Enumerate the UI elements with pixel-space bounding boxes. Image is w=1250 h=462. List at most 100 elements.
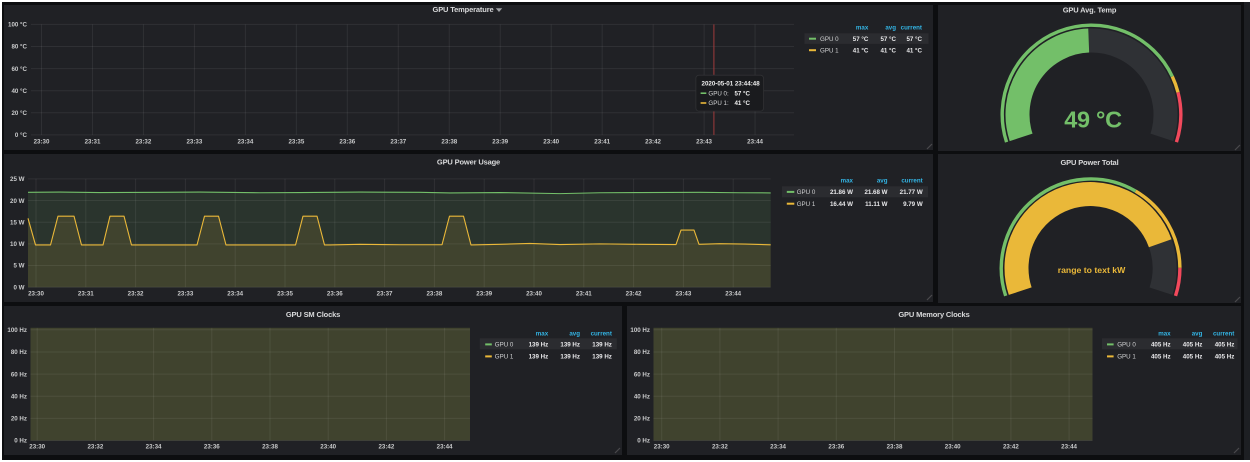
svg-text:0 W: 0 W — [13, 284, 24, 291]
svg-text:41 °C: 41 °C — [880, 47, 896, 54]
svg-text:23:36: 23:36 — [204, 444, 220, 451]
svg-text:2020-05-01 23:44:48: 2020-05-01 23:44:48 — [702, 81, 761, 88]
svg-text:20 W: 20 W — [10, 198, 25, 205]
svg-text:23:30: 23:30 — [28, 291, 44, 298]
svg-text:GPU 1:: GPU 1: — [708, 100, 729, 107]
svg-text:max: max — [856, 25, 869, 32]
svg-text:23:35: 23:35 — [288, 139, 304, 146]
svg-text:23:40: 23:40 — [526, 291, 542, 298]
svg-text:23:35: 23:35 — [277, 291, 293, 298]
svg-text:21.68 W: 21.68 W — [864, 189, 887, 196]
svg-text:21.77 W: 21.77 W — [900, 189, 923, 196]
svg-text:23:36: 23:36 — [339, 139, 355, 146]
svg-text:23:36: 23:36 — [327, 291, 343, 298]
svg-text:23:41: 23:41 — [576, 291, 592, 298]
svg-text:49 °C: 49 °C — [1064, 107, 1122, 133]
svg-text:139 Hz: 139 Hz — [560, 354, 580, 361]
svg-text:23:42: 23:42 — [378, 444, 394, 451]
svg-text:405 Hz: 405 Hz — [1183, 342, 1203, 349]
svg-text:23:38: 23:38 — [887, 444, 903, 451]
svg-text:GPU 1: GPU 1 — [1117, 354, 1136, 361]
svg-text:405 Hz: 405 Hz — [1215, 354, 1235, 361]
svg-text:23:38: 23:38 — [262, 444, 278, 451]
svg-text:60 Hz: 60 Hz — [634, 371, 650, 378]
svg-text:23:38: 23:38 — [426, 291, 442, 298]
svg-text:139 Hz: 139 Hz — [592, 354, 612, 361]
svg-text:405 Hz: 405 Hz — [1151, 354, 1171, 361]
svg-text:GPU Power Total: GPU Power Total — [1060, 158, 1118, 167]
svg-text:23:34: 23:34 — [237, 139, 253, 146]
svg-text:23:39: 23:39 — [492, 139, 508, 146]
svg-text:0 Hz: 0 Hz — [637, 438, 650, 445]
svg-text:20 Hz: 20 Hz — [11, 416, 27, 423]
svg-text:23:40: 23:40 — [945, 444, 961, 451]
svg-text:41 °C: 41 °C — [734, 100, 750, 107]
svg-text:GPU Memory Clocks: GPU Memory Clocks — [898, 310, 969, 319]
svg-text:40 Hz: 40 Hz — [11, 393, 27, 400]
svg-text:23:33: 23:33 — [186, 139, 202, 146]
svg-text:139 Hz: 139 Hz — [560, 342, 580, 349]
svg-text:current: current — [901, 178, 922, 185]
svg-text:23:44: 23:44 — [437, 444, 453, 451]
svg-text:23:30: 23:30 — [34, 139, 50, 146]
svg-text:23:40: 23:40 — [543, 139, 559, 146]
svg-text:25 W: 25 W — [10, 176, 25, 183]
svg-text:23:44: 23:44 — [747, 139, 763, 146]
svg-text:23:44: 23:44 — [1061, 444, 1077, 451]
svg-text:max: max — [536, 330, 549, 337]
svg-text:avg: avg — [877, 178, 888, 185]
svg-text:GPU Temperature: GPU Temperature — [433, 5, 494, 14]
svg-text:23:41: 23:41 — [594, 139, 610, 146]
svg-text:GPU 1: GPU 1 — [820, 47, 839, 54]
svg-text:10 W: 10 W — [10, 241, 25, 248]
svg-text:current: current — [1213, 330, 1234, 337]
svg-text:current: current — [591, 330, 612, 337]
svg-text:100 Hz: 100 Hz — [7, 327, 27, 334]
svg-text:16.44 W: 16.44 W — [830, 201, 853, 208]
svg-text:23:42: 23:42 — [626, 291, 642, 298]
svg-text:GPU 0: GPU 0 — [797, 189, 816, 196]
svg-text:57 °C: 57 °C — [906, 36, 922, 43]
svg-text:23:34: 23:34 — [146, 444, 162, 451]
svg-text:23:44: 23:44 — [725, 291, 741, 298]
svg-text:20 °C: 20 °C — [11, 110, 27, 117]
svg-text:405 Hz: 405 Hz — [1151, 342, 1171, 349]
svg-text:max: max — [841, 178, 854, 185]
svg-text:60 Hz: 60 Hz — [11, 371, 27, 378]
svg-text:23:40: 23:40 — [320, 444, 336, 451]
svg-text:range to text kW: range to text kW — [1058, 265, 1126, 275]
svg-text:41 °C: 41 °C — [853, 47, 869, 54]
svg-text:GPU 0: GPU 0 — [820, 36, 839, 43]
svg-text:avg: avg — [569, 330, 580, 337]
svg-text:80 °C: 80 °C — [11, 44, 27, 51]
svg-text:405 Hz: 405 Hz — [1215, 342, 1235, 349]
svg-text:405 Hz: 405 Hz — [1183, 354, 1203, 361]
svg-text:23:37: 23:37 — [390, 139, 406, 146]
svg-text:80 Hz: 80 Hz — [634, 349, 650, 356]
svg-text:100 Hz: 100 Hz — [630, 327, 650, 334]
svg-text:0 Hz: 0 Hz — [14, 438, 27, 445]
svg-text:23:42: 23:42 — [645, 139, 661, 146]
svg-text:9.79 W: 9.79 W — [903, 201, 923, 208]
svg-text:GPU SM Clocks: GPU SM Clocks — [286, 310, 340, 319]
svg-text:23:32: 23:32 — [128, 291, 144, 298]
svg-text:23:34: 23:34 — [770, 444, 786, 451]
svg-text:21.86 W: 21.86 W — [830, 189, 853, 196]
svg-text:23:32: 23:32 — [135, 139, 151, 146]
svg-text:23:32: 23:32 — [712, 444, 728, 451]
svg-text:avg: avg — [885, 25, 896, 32]
svg-text:23:31: 23:31 — [78, 291, 94, 298]
svg-text:139 Hz: 139 Hz — [529, 354, 549, 361]
svg-text:41 °C: 41 °C — [906, 47, 922, 54]
svg-text:60 °C: 60 °C — [11, 66, 27, 73]
svg-text:23:42: 23:42 — [1003, 444, 1019, 451]
svg-text:23:38: 23:38 — [441, 139, 457, 146]
svg-text:23:39: 23:39 — [476, 291, 492, 298]
svg-text:23:36: 23:36 — [828, 444, 844, 451]
svg-text:15 W: 15 W — [10, 219, 25, 226]
svg-text:GPU 0: GPU 0 — [1117, 342, 1136, 349]
svg-text:23:30: 23:30 — [29, 444, 45, 451]
svg-text:23:32: 23:32 — [87, 444, 103, 451]
svg-text:23:33: 23:33 — [177, 291, 193, 298]
svg-text:GPU 0: GPU 0 — [495, 342, 514, 349]
